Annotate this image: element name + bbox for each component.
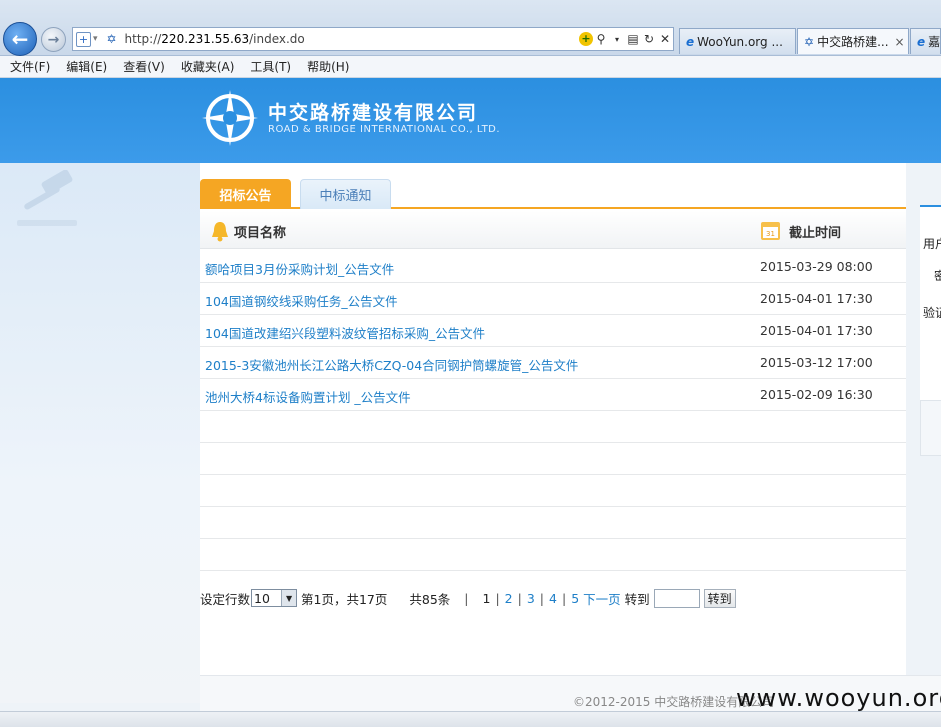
tab-award-notice[interactable]: 中标通知 [300, 179, 391, 209]
status-bar [0, 711, 941, 727]
bell-icon [212, 222, 228, 242]
table-row-empty [200, 475, 906, 507]
chevron-down-icon[interactable]: ▼ [281, 590, 297, 606]
page-info: 第1页，共17页 [301, 591, 388, 607]
deadline-cell: 2015-04-01 17:30 [760, 323, 873, 338]
site-favicon-icon: ✡ [804, 34, 815, 49]
site-favicon-icon: ✡ [106, 32, 117, 46]
notice-link[interactable]: 额哈项目3月份采购计划_公告文件 [205, 259, 394, 278]
table-row-empty [200, 539, 906, 571]
tab-bid-notice[interactable]: 招标公告 [200, 179, 291, 209]
url-scheme: http:// [124, 32, 162, 46]
notice-link[interactable]: 池州大桥4标设备购置计划 _公告文件 [205, 387, 411, 406]
ie-icon: e [686, 34, 695, 49]
login-box [920, 400, 941, 456]
browser-toolbar: ← → + ▾ ✡ http://220.231.55.63/index.do … [0, 0, 941, 56]
rows-label: 设定行数 [200, 591, 251, 607]
url-host: 220.231.55.63 [161, 32, 250, 46]
compat-view-icon[interactable]: + [76, 31, 91, 47]
pager-divider: | [539, 590, 545, 606]
tab-current[interactable]: ✡ 中交路桥建... × [797, 28, 909, 54]
column-header-deadline: 截止时间 [789, 226, 842, 241]
gavel-icon [17, 170, 77, 226]
left-banner [0, 163, 200, 703]
company-logo-icon [202, 90, 258, 146]
tab-label: 嘉 [928, 35, 941, 49]
menu-favorites[interactable]: 收藏夹(A) [181, 58, 235, 75]
deadline-cell: 2015-04-01 17:30 [760, 291, 873, 306]
deadline-cell: 2015-02-09 16:30 [760, 387, 873, 402]
svg-text:31: 31 [766, 230, 775, 238]
tab-next[interactable]: e 嘉 [910, 28, 941, 54]
search-dropdown-icon[interactable]: ▾ [609, 35, 625, 44]
table-row-empty [200, 411, 906, 443]
deadline-cell: 2015-03-12 17:00 [760, 355, 873, 370]
notice-link[interactable]: 104国道改建绍兴段塑料波纹管招标采购_公告文件 [205, 323, 485, 342]
dropdown-icon[interactable]: ▾ [93, 34, 98, 44]
pager-divider: | [517, 590, 522, 606]
menu-edit[interactable]: 编辑(E) [66, 58, 107, 75]
username-label: 用户 [923, 237, 941, 251]
menu-bar: 文件(F) 编辑(E) 查看(V) 收藏夹(A) 工具(T) 帮助(H) [0, 56, 941, 78]
tab-close-icon[interactable]: × [895, 35, 905, 49]
password-label: 密 [934, 269, 941, 283]
back-button[interactable]: ← [3, 22, 37, 56]
tab-bar: 招标公告 中标通知 [200, 163, 906, 209]
forward-button[interactable]: → [41, 27, 66, 52]
address-url[interactable]: http://220.231.55.63/index.do [125, 32, 579, 46]
company-name-cn: 中交路桥建设有限公司 [268, 102, 479, 124]
table-row: 池州大桥4标设备购置计划 _公告文件 2015-02-09 16:30 [200, 379, 906, 411]
watermark: www.wooyun.org [736, 684, 941, 712]
table-row: 2015-3安徽池州长江公路大桥CZQ-04合同钢护筒螺旋管_公告文件 2015… [200, 347, 906, 379]
refresh-icon[interactable]: ↻ [641, 32, 657, 46]
table-row: 额哈项目3月份采购计划_公告文件 2015-03-29 08:00 [200, 251, 906, 283]
tab-label: 中交路桥建... [817, 35, 889, 49]
menu-tools[interactable]: 工具(T) [250, 58, 291, 75]
rows-per-page-value: 10 [254, 590, 270, 606]
pagination: 设定行数 10 ▼ 第1页，共17页 共85条 | 1 | 2 | 3 | 4 … [200, 587, 906, 609]
compat-icon[interactable]: ▤ [625, 32, 641, 46]
rows-per-page-select[interactable]: 10 ▼ [251, 589, 298, 607]
page-current: 1 [482, 590, 491, 606]
page-link-2[interactable]: 2 [505, 591, 513, 606]
column-header-name: 项目名称 [234, 226, 287, 241]
notice-link[interactable]: 2015-3安徽池州长江公路大桥CZQ-04合同钢护筒螺旋管_公告文件 [205, 355, 578, 374]
table-row: 104国道钢绞线采购任务_公告文件 2015-04-01 17:30 [200, 283, 906, 315]
deadline-cell: 2015-03-29 08:00 [760, 259, 873, 274]
goto-button[interactable]: 转到 [703, 588, 736, 608]
goto-label: 转到 [624, 591, 650, 607]
ie-icon: e [917, 34, 926, 49]
address-bar[interactable]: + ▾ ✡ http://220.231.55.63/index.do + ⚲ … [72, 27, 674, 51]
table-row-empty [200, 507, 906, 539]
forward-arrow-icon: → [47, 31, 60, 48]
page-link-4[interactable]: 4 [549, 591, 557, 606]
page-link-3[interactable]: 3 [527, 591, 535, 606]
goto-page-input[interactable] [653, 588, 700, 608]
table-header: 项目名称 31 截止时间 [200, 211, 906, 249]
pager-divider: | [561, 590, 567, 606]
company-name-en: ROAD & BRIDGE INTERNATIONAL CO., LTD. [268, 124, 501, 135]
pager-divider: | [464, 590, 469, 606]
menu-help[interactable]: 帮助(H) [307, 58, 349, 75]
next-page-link[interactable]: 下一页 [583, 589, 621, 608]
notice-panel: 招标公告 中标通知 项目名称 31 截止时间 额哈项目3月份采购计划_公告文件 … [200, 163, 906, 675]
url-path: /index.do [249, 32, 305, 46]
tab-label: WooYun.org ... [697, 34, 783, 49]
page-link-5[interactable]: 5 [571, 591, 579, 606]
notice-link[interactable]: 104国道钢绞线采购任务_公告文件 [205, 291, 398, 310]
total-count: 共85条 [409, 591, 451, 607]
tab-wooyun[interactable]: e WooYun.org ... [679, 28, 796, 54]
table-row: 104国道改建绍兴段塑料波纹管招标采购_公告文件 2015-04-01 17:3… [200, 315, 906, 347]
menu-view[interactable]: 查看(V) [123, 58, 165, 75]
table-row-empty [200, 443, 906, 475]
search-icon[interactable]: ⚲ [593, 32, 609, 46]
calendar-icon: 31 [761, 222, 780, 240]
captcha-label: 验证 [923, 306, 941, 320]
back-arrow-icon: ← [11, 27, 29, 51]
addon-icon[interactable]: + [579, 32, 593, 46]
menu-file[interactable]: 文件(F) [10, 58, 50, 75]
pager-divider: | [495, 590, 500, 606]
stop-icon[interactable]: ✕ [657, 32, 673, 46]
